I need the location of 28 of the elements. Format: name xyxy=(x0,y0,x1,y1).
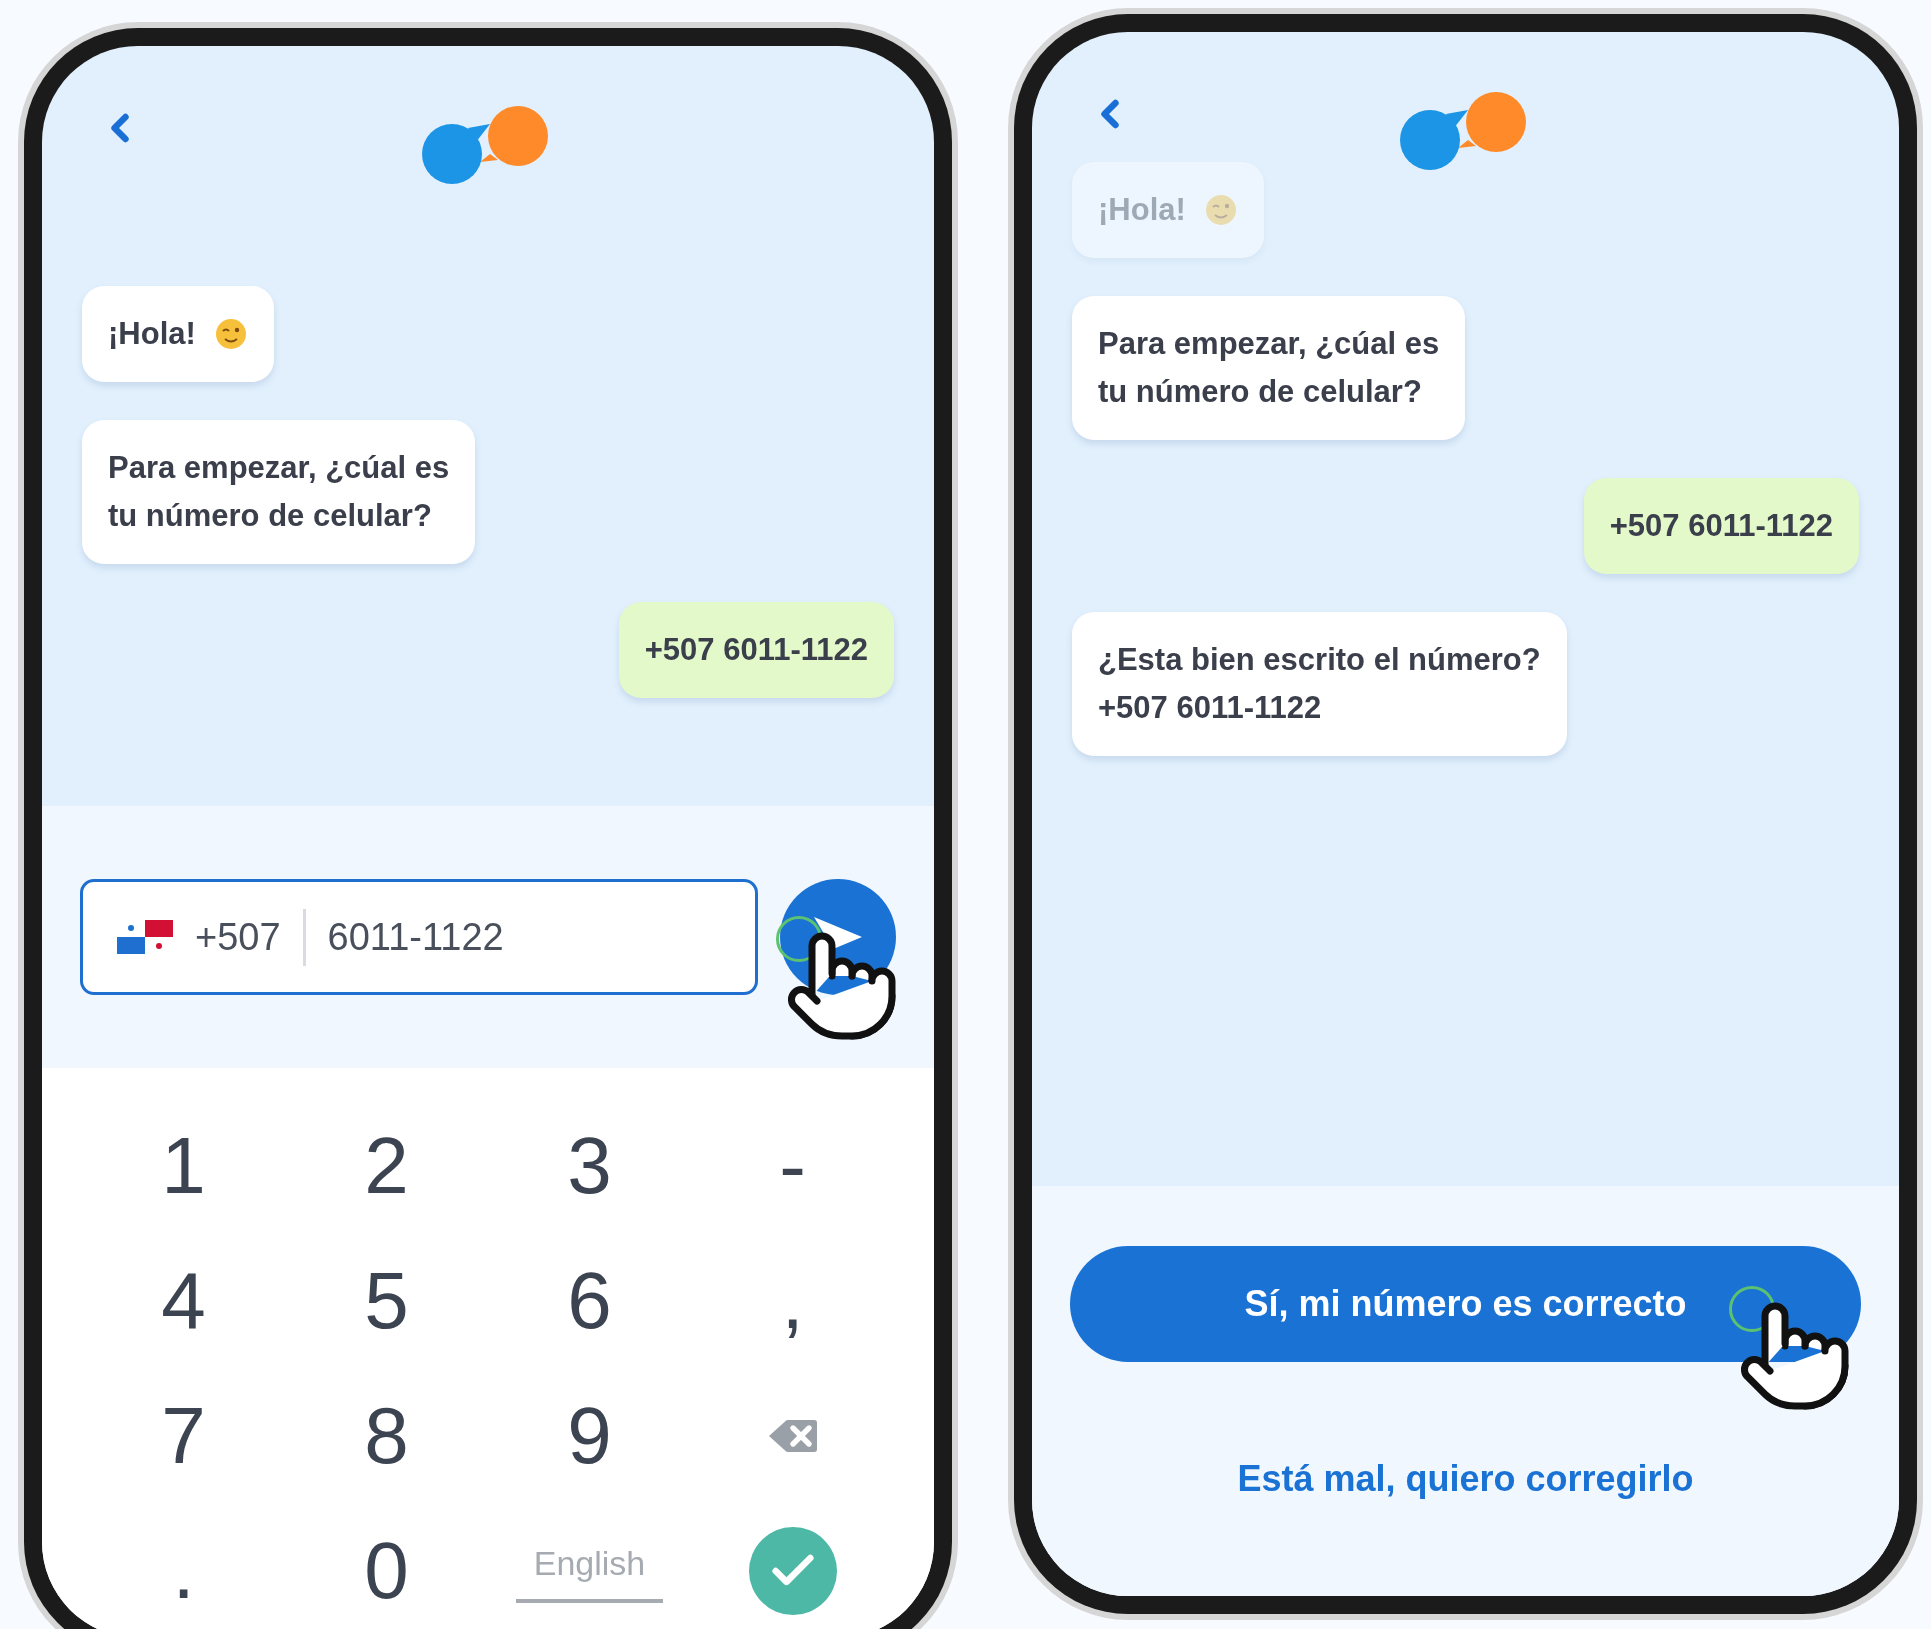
keypad-key[interactable]: 3 xyxy=(488,1098,691,1233)
keypad-key[interactable]: 6 xyxy=(488,1233,691,1368)
bot-message-bubble: ¡Hola! xyxy=(82,286,274,382)
keypad-key[interactable]: 2 xyxy=(285,1098,488,1233)
keypad-key[interactable]: . xyxy=(82,1503,285,1629)
wink-emoji-icon xyxy=(213,317,248,351)
user-message-bubble: +507 6011-1122 xyxy=(1583,478,1859,574)
confirm-number-button[interactable]: Sí, mi número es correcto xyxy=(1070,1246,1861,1362)
keypad-key[interactable]: , xyxy=(691,1233,894,1368)
bot-message-bubble: Para empezar, ¿cúal es tu número de celular? xyxy=(1072,296,1466,440)
keypad-key[interactable]: 7 xyxy=(82,1368,285,1503)
phone-input-field[interactable]: +507 6011-1122 xyxy=(80,879,758,995)
keypad-key[interactable]: 0 xyxy=(285,1503,488,1629)
bot-message-bubble: ¿Esta bien escrito el número? +507 6011-1122 xyxy=(1072,612,1567,756)
keypad-key[interactable]: 1 xyxy=(82,1098,285,1233)
keypad-key[interactable]: 4 xyxy=(82,1233,285,1368)
correct-number-link[interactable]: Está mal, quiero corregirlo xyxy=(1237,1452,1694,1506)
panama-flag-icon xyxy=(117,920,173,954)
user-message-bubble: +507 6011-1122 xyxy=(618,602,894,698)
country-code: +507 xyxy=(195,908,306,966)
keypad-key[interactable]: 5 xyxy=(285,1233,488,1368)
bot-message-bubble: ¡Hola! xyxy=(1072,162,1264,258)
bot-message-bubble: Para empezar, ¿cúal es tu número de celular? xyxy=(82,420,476,564)
keypad-key[interactable]: - xyxy=(691,1098,894,1233)
keypad-key[interactable]: 8 xyxy=(285,1368,488,1503)
phone-number-value: 6011-1122 xyxy=(327,914,504,960)
wink-emoji-icon xyxy=(1203,193,1238,227)
keypad-key[interactable]: 9 xyxy=(488,1368,691,1503)
